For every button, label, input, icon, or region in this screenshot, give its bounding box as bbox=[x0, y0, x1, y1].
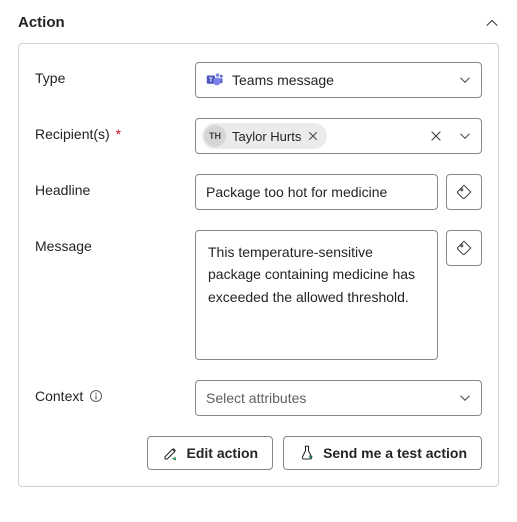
avatar: TH bbox=[204, 125, 226, 147]
edit-action-label: Edit action bbox=[187, 445, 259, 461]
message-textarea[interactable]: This temperature-sensitive package conta… bbox=[195, 230, 438, 360]
footer: Edit action Send me a test action bbox=[35, 436, 482, 470]
type-dropdown[interactable]: T Teams message bbox=[195, 62, 482, 98]
edit-pencil-icon bbox=[162, 444, 180, 462]
required-asterisk: * bbox=[116, 126, 121, 142]
headline-row: Headline Package too hot for medicine bbox=[35, 174, 482, 210]
chevron-down-icon bbox=[459, 392, 471, 404]
beaker-send-icon bbox=[298, 444, 316, 462]
recipients-row: Recipient(s) * TH Taylor Hurts bbox=[35, 118, 482, 154]
recipients-combobox[interactable]: TH Taylor Hurts bbox=[195, 118, 482, 154]
send-test-label: Send me a test action bbox=[323, 445, 467, 461]
panel-title: Action bbox=[18, 14, 65, 31]
context-placeholder: Select attributes bbox=[206, 387, 453, 409]
action-panel: Action Type T Teams message bbox=[0, 0, 517, 505]
headline-label: Headline bbox=[35, 174, 185, 198]
recipients-label-text: Recipient(s) bbox=[35, 126, 110, 142]
tag-icon bbox=[455, 183, 473, 201]
collapse-panel-icon[interactable] bbox=[485, 16, 499, 30]
recipients-label: Recipient(s) * bbox=[35, 118, 185, 142]
message-tag-button[interactable] bbox=[446, 230, 482, 266]
headline-value: Package too hot for medicine bbox=[206, 181, 427, 203]
type-value: Teams message bbox=[232, 69, 453, 91]
panel-header: Action bbox=[18, 14, 499, 31]
headline-input[interactable]: Package too hot for medicine bbox=[195, 174, 438, 210]
headline-tag-button[interactable] bbox=[446, 174, 482, 210]
context-dropdown[interactable]: Select attributes bbox=[195, 380, 482, 416]
context-label-text: Context bbox=[35, 388, 83, 404]
message-row: Message This temperature-sensitive packa… bbox=[35, 230, 482, 360]
context-row: Context Select attributes bbox=[35, 380, 482, 416]
type-label: Type bbox=[35, 62, 185, 86]
remove-recipient-icon[interactable] bbox=[307, 130, 319, 142]
edit-action-button[interactable]: Edit action bbox=[147, 436, 274, 470]
svg-text:T: T bbox=[209, 78, 213, 84]
send-test-action-button[interactable]: Send me a test action bbox=[283, 436, 482, 470]
message-value: This temperature-sensitive package conta… bbox=[208, 241, 425, 308]
info-icon[interactable] bbox=[89, 389, 103, 403]
context-label: Context bbox=[35, 380, 185, 404]
recipient-chip: TH Taylor Hurts bbox=[202, 123, 327, 149]
panel-body: Type T Teams message bbox=[18, 43, 499, 487]
chevron-down-icon[interactable] bbox=[459, 130, 471, 142]
tag-icon bbox=[455, 239, 473, 257]
chevron-down-icon bbox=[459, 74, 471, 86]
type-row: Type T Teams message bbox=[35, 62, 482, 98]
recipient-name: Taylor Hurts bbox=[232, 129, 301, 144]
message-label: Message bbox=[35, 230, 185, 254]
clear-all-icon[interactable] bbox=[429, 129, 443, 143]
teams-icon: T bbox=[206, 71, 224, 89]
